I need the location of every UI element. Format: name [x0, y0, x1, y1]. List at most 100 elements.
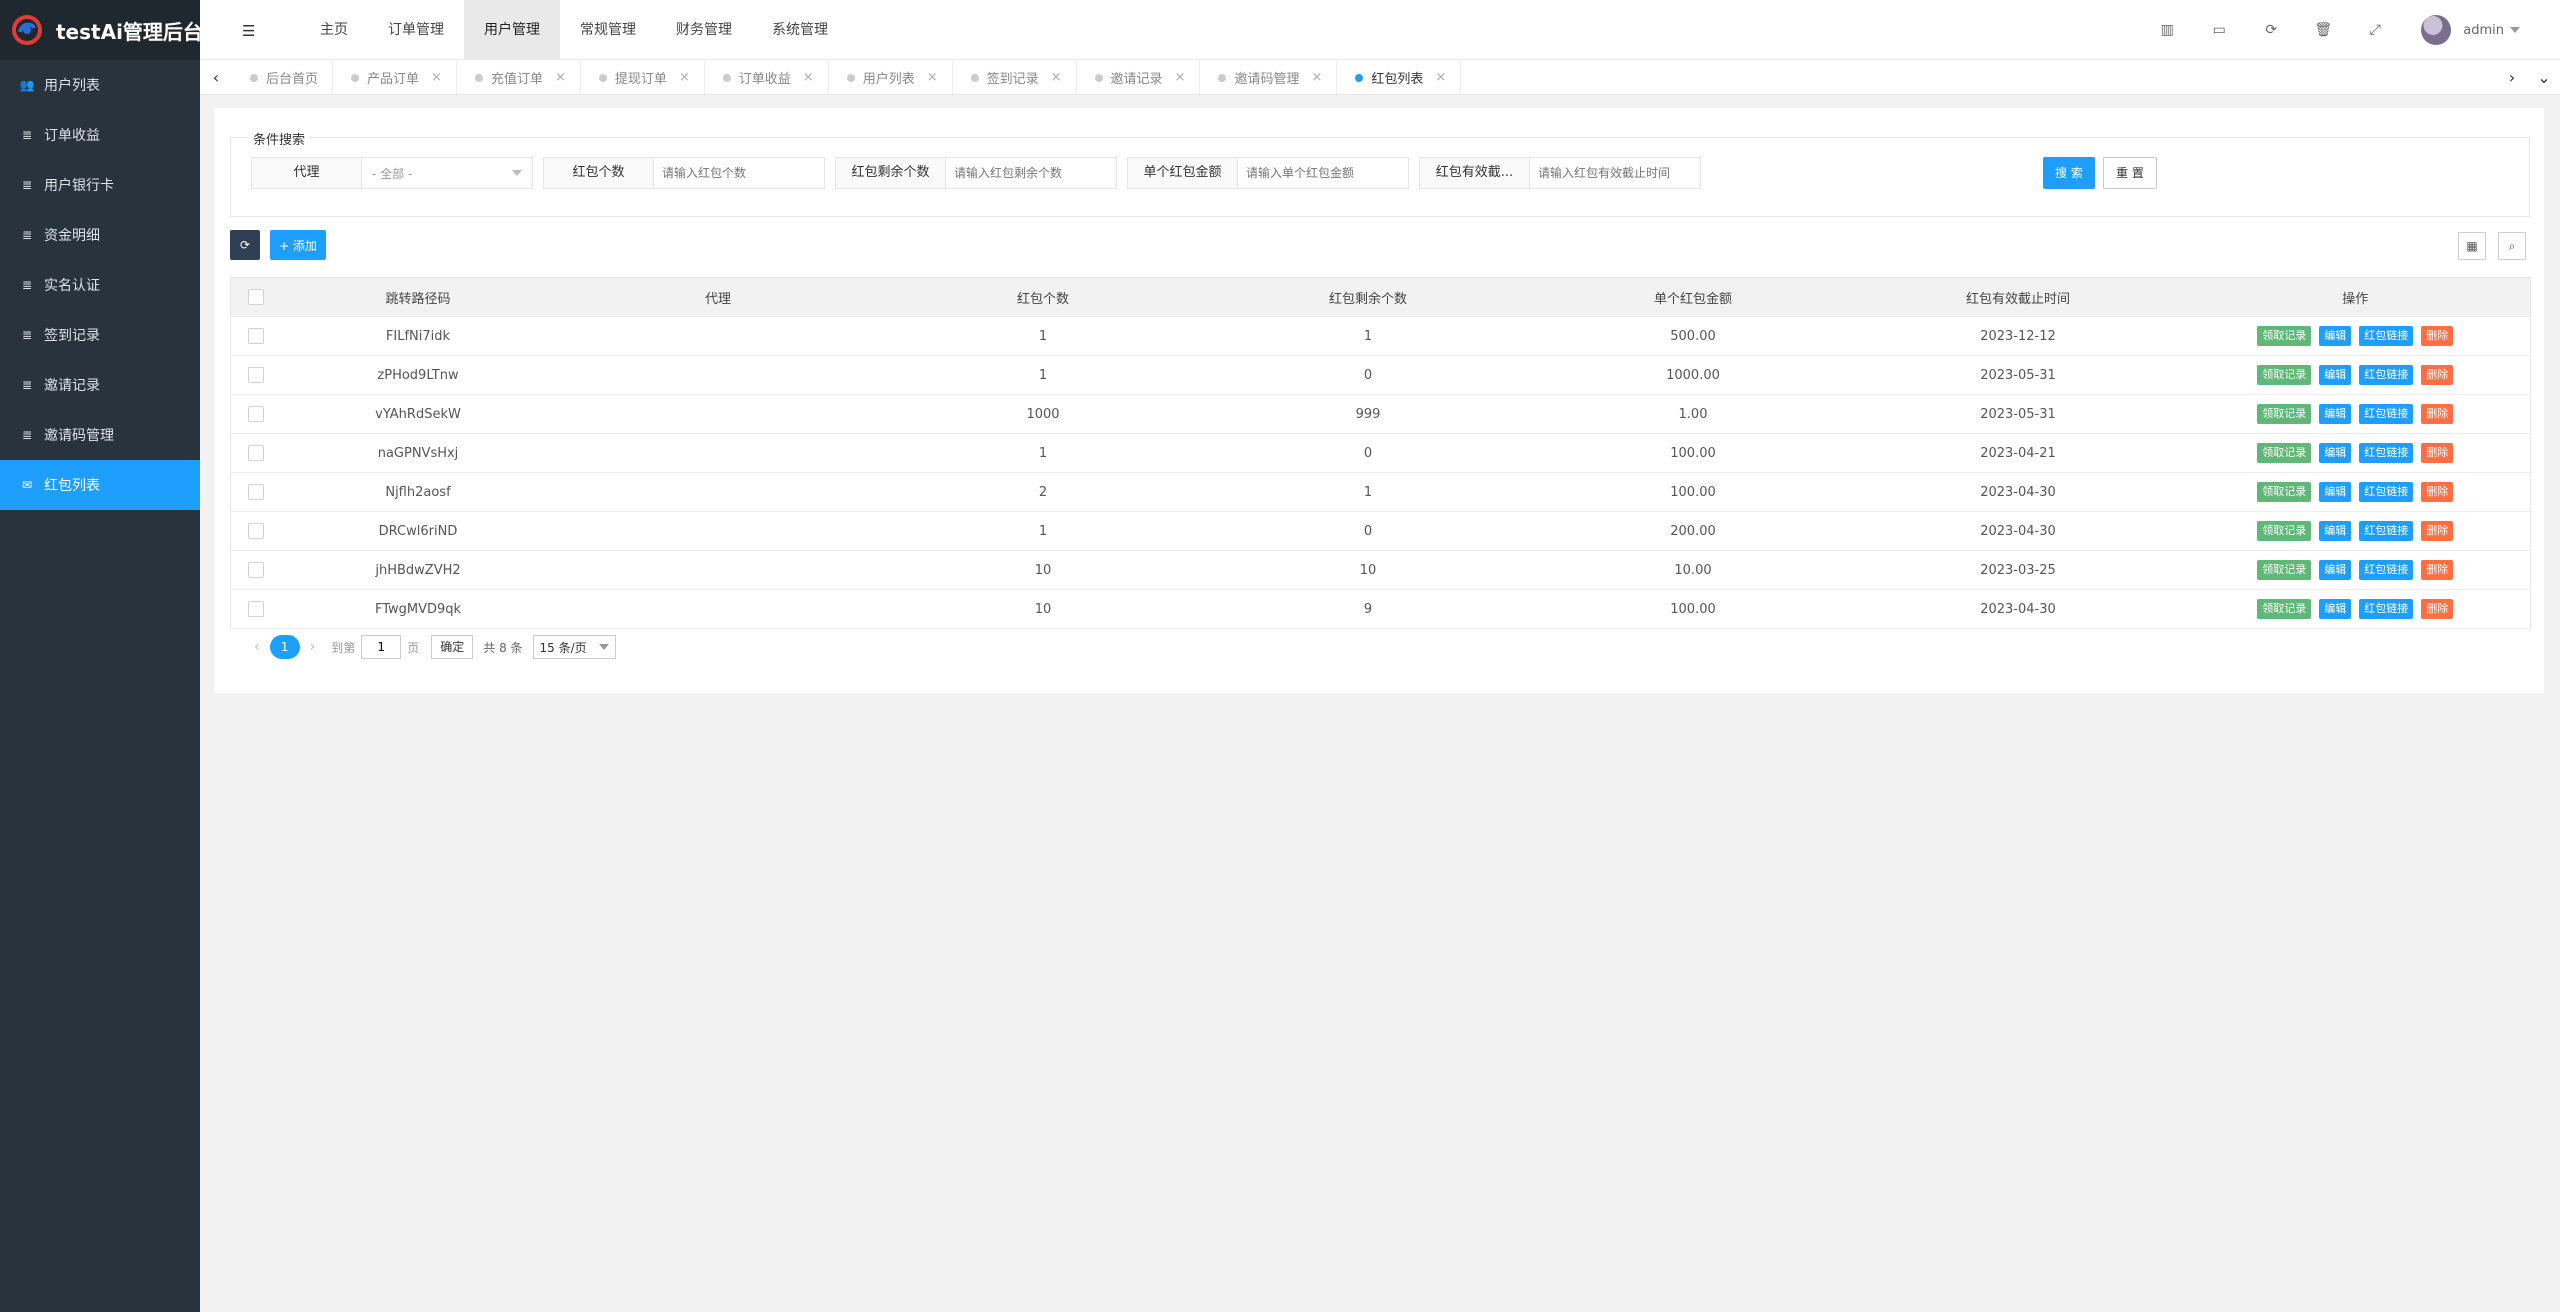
- search-button[interactable]: 搜 索: [2043, 157, 2095, 189]
- tabs-next-icon[interactable]: ›: [2496, 60, 2528, 95]
- sidebar-item[interactable]: ≣ 资金明细: [0, 210, 200, 260]
- close-icon[interactable]: ×: [1311, 70, 1322, 85]
- delete-button[interactable]: 删除: [2421, 599, 2454, 619]
- refresh-icon[interactable]: ⟳: [2245, 22, 2297, 38]
- next-page-icon[interactable]: ›: [310, 639, 316, 655]
- delete-button[interactable]: 删除: [2421, 482, 2454, 502]
- sidebar-item[interactable]: 👥 用户列表: [0, 60, 200, 110]
- sidebar-item[interactable]: ≣ 邀请记录: [0, 360, 200, 410]
- tabs-prev-icon[interactable]: ‹: [200, 60, 232, 95]
- tab[interactable]: 用户列表 ×: [829, 60, 953, 95]
- tab[interactable]: 红包列表 ×: [1337, 60, 1462, 95]
- top-nav-item[interactable]: 常规管理: [560, 0, 656, 60]
- tabs-menu-icon[interactable]: ⌄: [2528, 60, 2560, 95]
- sidebar-item[interactable]: ≣ 签到记录: [0, 310, 200, 360]
- row-checkbox[interactable]: [247, 601, 264, 617]
- select-all-checkbox[interactable]: [247, 289, 264, 305]
- delete-button[interactable]: 删除: [2421, 443, 2454, 463]
- edit-button[interactable]: 编辑: [2319, 599, 2352, 619]
- claim-records-button[interactable]: 领取记录: [2257, 326, 2312, 346]
- row-checkbox[interactable]: [247, 445, 264, 461]
- redpacket-link-button[interactable]: 红包链接: [2359, 521, 2414, 541]
- reset-button[interactable]: 重 置: [2103, 157, 2157, 189]
- tab[interactable]: 邀请码管理 ×: [1200, 60, 1338, 95]
- close-icon[interactable]: ×: [431, 70, 442, 85]
- close-icon[interactable]: ×: [1435, 70, 1446, 85]
- delete-button[interactable]: 删除: [2421, 521, 2454, 541]
- row-checkbox[interactable]: [247, 562, 264, 578]
- redpacket-link-button[interactable]: 红包链接: [2359, 404, 2414, 424]
- claim-records-button[interactable]: 领取记录: [2257, 443, 2312, 463]
- add-button[interactable]: + 添加: [270, 230, 326, 260]
- tab[interactable]: 邀请记录 ×: [1077, 60, 1201, 95]
- sidebar-item[interactable]: ≣ 用户银行卡: [0, 160, 200, 210]
- row-checkbox[interactable]: [247, 328, 264, 344]
- prev-page-icon[interactable]: ‹: [254, 639, 260, 655]
- tab[interactable]: 提现订单 ×: [581, 60, 705, 95]
- redpacket-link-button[interactable]: 红包链接: [2359, 443, 2414, 463]
- redpacket-link-button[interactable]: 红包链接: [2359, 599, 2414, 619]
- top-nav-item[interactable]: 财务管理: [656, 0, 752, 60]
- refresh-button[interactable]: ⟳: [230, 230, 260, 260]
- remain-input[interactable]: [946, 158, 1116, 188]
- count-input[interactable]: [654, 158, 824, 188]
- avatar[interactable]: [2421, 15, 2452, 45]
- redpacket-link-button[interactable]: 红包链接: [2359, 326, 2414, 346]
- claim-records-button[interactable]: 领取记录: [2257, 365, 2312, 385]
- sidebar-item[interactable]: ≣ 订单收益: [0, 110, 200, 160]
- tab[interactable]: 后台首页: [232, 60, 334, 95]
- redpacket-link-button[interactable]: 红包链接: [2359, 482, 2414, 502]
- agent-select[interactable]: - 全部 -: [362, 158, 532, 188]
- top-nav-item[interactable]: 用户管理: [464, 0, 560, 60]
- close-icon[interactable]: ×: [803, 70, 814, 85]
- sidebar-item[interactable]: ✉ 红包列表: [0, 460, 200, 510]
- delete-button[interactable]: 删除: [2421, 560, 2454, 580]
- close-icon[interactable]: ×: [1051, 70, 1062, 85]
- expire-input[interactable]: [1530, 158, 1700, 188]
- page-size-select[interactable]: 15 条/页: [532, 635, 616, 659]
- edit-button[interactable]: 编辑: [2319, 560, 2352, 580]
- row-checkbox[interactable]: [247, 367, 264, 383]
- chart-icon[interactable]: ▥: [2141, 22, 2193, 38]
- row-checkbox[interactable]: [247, 523, 264, 539]
- edit-button[interactable]: 编辑: [2319, 404, 2352, 424]
- edit-button[interactable]: 编辑: [2319, 326, 2352, 346]
- redpacket-link-button[interactable]: 红包链接: [2359, 560, 2414, 580]
- tab[interactable]: 充值订单 ×: [457, 60, 581, 95]
- sidebar-item[interactable]: ≣ 实名认证: [0, 260, 200, 310]
- delete-button[interactable]: 删除: [2421, 326, 2454, 346]
- edit-button[interactable]: 编辑: [2319, 521, 2352, 541]
- sidebar-item[interactable]: ≣ 邀请码管理: [0, 410, 200, 460]
- goto-confirm-button[interactable]: 确定: [431, 635, 474, 659]
- delete-button[interactable]: 删除: [2421, 365, 2454, 385]
- tab[interactable]: 签到记录 ×: [953, 60, 1077, 95]
- tab[interactable]: 订单收益 ×: [705, 60, 829, 95]
- edit-button[interactable]: 编辑: [2319, 365, 2352, 385]
- fullscreen-icon[interactable]: ⤢: [2349, 22, 2401, 38]
- claim-records-button[interactable]: 领取记录: [2257, 482, 2312, 502]
- columns-icon[interactable]: ▦: [2458, 232, 2486, 260]
- claim-records-button[interactable]: 领取记录: [2257, 599, 2312, 619]
- row-checkbox[interactable]: [247, 484, 264, 500]
- menu-toggle-icon[interactable]: ☰: [242, 22, 258, 40]
- close-icon[interactable]: ×: [927, 70, 938, 85]
- row-checkbox[interactable]: [247, 406, 264, 422]
- user-menu[interactable]: admin: [2463, 23, 2520, 38]
- top-nav-item[interactable]: 主页: [300, 0, 368, 60]
- top-nav-item[interactable]: 系统管理: [752, 0, 848, 60]
- claim-records-button[interactable]: 领取记录: [2257, 404, 2312, 424]
- amount-input[interactable]: [1238, 158, 1408, 188]
- goto-input[interactable]: [361, 635, 402, 659]
- close-icon[interactable]: ×: [1175, 70, 1186, 85]
- edit-button[interactable]: 编辑: [2319, 443, 2352, 463]
- delete-button[interactable]: 删除: [2421, 404, 2454, 424]
- close-icon[interactable]: ×: [555, 70, 566, 85]
- claim-records-button[interactable]: 领取记录: [2257, 521, 2312, 541]
- redpacket-link-button[interactable]: 红包链接: [2359, 365, 2414, 385]
- trash-icon[interactable]: 🗑: [2297, 22, 2349, 38]
- tab[interactable]: 产品订单 ×: [333, 60, 457, 95]
- top-nav-item[interactable]: 订单管理: [368, 0, 464, 60]
- page-current[interactable]: 1: [269, 635, 300, 659]
- edit-button[interactable]: 编辑: [2319, 482, 2352, 502]
- close-icon[interactable]: ×: [679, 70, 690, 85]
